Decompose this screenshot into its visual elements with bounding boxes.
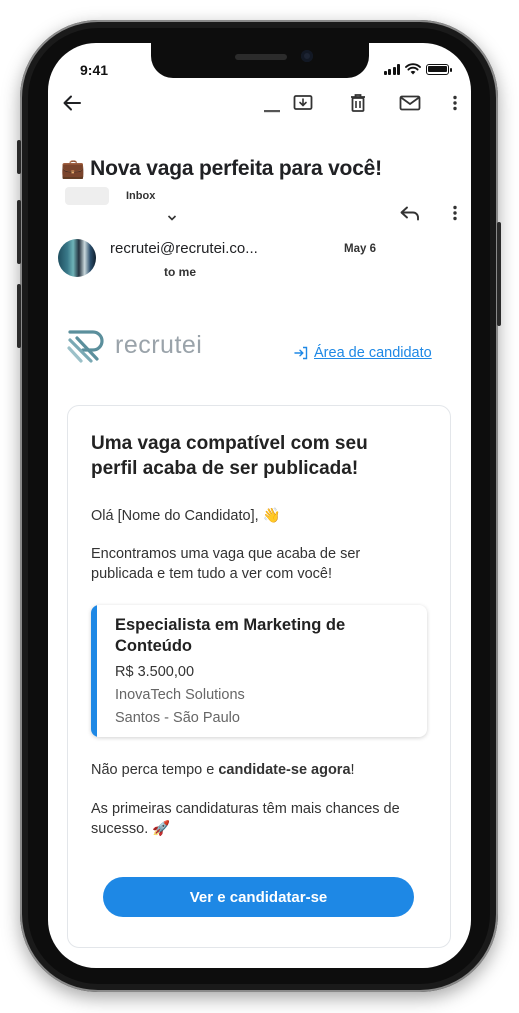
email-toolbar: [48, 91, 471, 117]
greeting: Olá [Nome do Candidato], 👋: [91, 507, 281, 524]
urge-text: Não perca tempo e candidate-se agora!: [91, 762, 355, 778]
wifi-icon: [405, 63, 421, 75]
more-vertical-icon: [453, 205, 457, 221]
chances-sentence: As primeiras candidaturas têm mais chanc…: [91, 801, 400, 837]
volume-down-button: [17, 284, 21, 348]
phone-screen: 9:41 💼 Nova vaga perfeita para você! Inb…: [48, 43, 471, 968]
sender-avatar[interactable]: [58, 239, 96, 277]
status-icons: [383, 63, 452, 75]
camera: [301, 50, 313, 62]
brand-name: recrutei: [115, 330, 203, 359]
archive-icon: [293, 95, 313, 110]
chances-text: As primeiras candidaturas têm mais chanc…: [91, 799, 421, 839]
battery-icon: [426, 63, 452, 75]
more-vertical-icon: [453, 95, 457, 111]
recrutei-logo: recrutei: [67, 326, 202, 364]
urge-suffix: !: [350, 762, 355, 778]
sender-address[interactable]: recrutei@recrutei.co...: [110, 240, 258, 257]
label-button[interactable]: [262, 91, 282, 115]
back-button[interactable]: [60, 91, 84, 115]
candidate-area-link[interactable]: Área de candidato: [294, 345, 432, 361]
back-arrow-icon: [63, 95, 81, 111]
wave-emoji: 👋: [262, 508, 281, 524]
candidate-area-text[interactable]: Área de candidato: [314, 345, 432, 361]
greeting-text: Olá [Nome do Candidato],: [91, 508, 259, 524]
delete-button[interactable]: [347, 91, 369, 115]
label-chip[interactable]: [65, 187, 109, 205]
recipient-label[interactable]: to me: [164, 265, 196, 279]
recrutei-logo-icon: [67, 330, 104, 363]
rocket-emoji: 🚀: [152, 821, 171, 837]
login-icon: [294, 346, 308, 360]
mark-unread-button[interactable]: [398, 91, 422, 115]
inbox-label[interactable]: Inbox: [126, 190, 155, 202]
apply-button[interactable]: Ver e candidatar-se: [103, 877, 414, 917]
reply-button[interactable]: [398, 201, 422, 225]
more-options-button[interactable]: [448, 91, 462, 115]
power-button: [497, 222, 501, 326]
urge-bold: candidate-se agora: [218, 762, 351, 778]
reply-icon: [400, 206, 419, 221]
briefcase-emoji: 💼: [61, 159, 85, 180]
message-more-button[interactable]: [448, 201, 462, 225]
card-title: Uma vaga compatível com seu perfil acaba…: [91, 433, 368, 479]
intro-text: Encontramos uma vaga que acaba de ser pu…: [91, 546, 361, 582]
mute-switch: [17, 140, 21, 174]
email-date: May 6: [344, 243, 376, 255]
job-card[interactable]: Especialista em Marketing de Conteúdo R$…: [91, 605, 427, 737]
status-time: 9:41: [80, 62, 109, 78]
trash-icon: [351, 94, 365, 112]
speaker: [235, 54, 287, 60]
job-company: InovaTech Solutions: [115, 687, 245, 703]
minus-icon: [264, 110, 280, 113]
job-salary: R$ 3.500,00: [115, 664, 195, 680]
email-subject: 💼 Nova vaga perfeita para você!: [61, 157, 461, 181]
mail-icon: [399, 95, 421, 111]
expand-details-button[interactable]: [167, 211, 177, 225]
urge-prefix: Não perca tempo e: [91, 762, 219, 778]
job-title: Especialista em Marketing de Conteúdo: [115, 616, 346, 655]
chevron-down-icon: [167, 215, 177, 221]
archive-button[interactable]: [292, 91, 314, 115]
email-card: Uma vaga compatível com seu perfil acaba…: [67, 405, 451, 948]
notch: [151, 43, 369, 78]
job-accent-bar: [91, 605, 97, 737]
volume-up-button: [17, 200, 21, 264]
job-location: Santos - São Paulo: [115, 710, 240, 726]
cellular-signal-icon: [383, 63, 400, 75]
subject-text: Nova vaga perfeita para você!: [90, 157, 382, 180]
